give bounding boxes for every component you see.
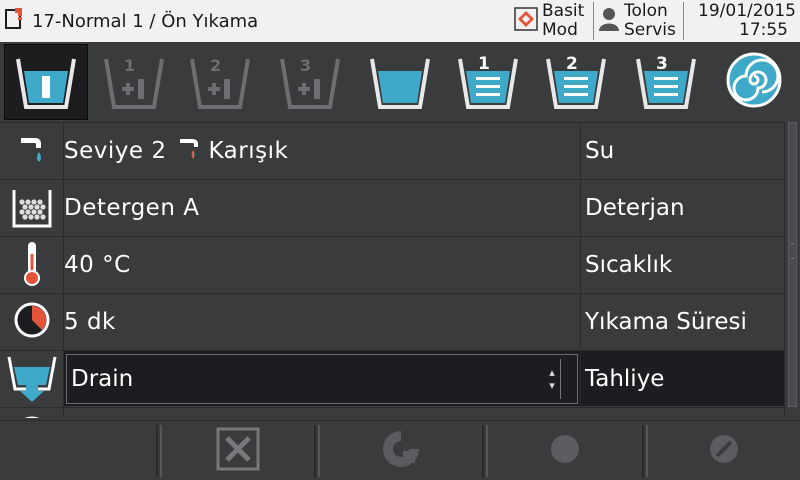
user-name: Tolon bbox=[624, 1, 668, 21]
row-temperature[interactable]: 40 °C Sıcaklık bbox=[0, 236, 784, 293]
scroll-grip-icon bbox=[791, 243, 794, 259]
blank-button[interactable] bbox=[0, 425, 158, 477]
header-bar: 17-Normal 1 / Ön Yıkama Basit Mod Tolon … bbox=[0, 0, 800, 42]
date-text: 19/01/2015 bbox=[698, 1, 796, 21]
svg-text:2: 2 bbox=[566, 54, 578, 74]
select-arrows-icon[interactable]: ▴ ▾ bbox=[545, 355, 559, 403]
rinse-tub-icon: 2 bbox=[544, 49, 608, 115]
mode-toggle[interactable]: Basit Mod bbox=[514, 2, 592, 40]
row-icon-cell bbox=[0, 123, 64, 179]
svg-text:3: 3 bbox=[300, 56, 311, 75]
step-add-3[interactable]: 3 bbox=[266, 44, 354, 120]
cancel-button[interactable] bbox=[160, 425, 316, 477]
drain-label: Tahliye bbox=[580, 351, 784, 407]
record-button[interactable] bbox=[486, 425, 644, 477]
temperature-value: 40 °C bbox=[64, 252, 131, 278]
svg-text:3: 3 bbox=[656, 54, 668, 74]
svg-text:2: 2 bbox=[210, 56, 221, 75]
program-title-area: 17-Normal 1 / Ön Yıkama bbox=[4, 6, 258, 36]
svg-text:1: 1 bbox=[124, 56, 135, 75]
row-icon-cell bbox=[0, 237, 64, 293]
row-detergent[interactable]: Detergen A Deterjan bbox=[0, 179, 784, 236]
datetime: 19/01/2015 17:55 bbox=[683, 2, 800, 40]
prohibited-icon bbox=[708, 433, 740, 469]
row-drain[interactable]: Drain ▴ ▾ Tahliye bbox=[0, 350, 784, 407]
step-prewash[interactable] bbox=[4, 44, 88, 120]
user-icon bbox=[598, 6, 620, 36]
row-wash-time[interactable]: 5 dk Yıkama Süresi bbox=[0, 293, 784, 350]
step-rinse-1[interactable]: 1 bbox=[444, 44, 532, 120]
drain-select[interactable]: Drain ▴ ▾ bbox=[66, 354, 578, 404]
dot-icon bbox=[549, 433, 581, 469]
tub-plus-icon: 1 bbox=[102, 49, 166, 115]
row-water[interactable]: Seviye 2 Karışık Su bbox=[0, 122, 784, 179]
timer-icon bbox=[12, 300, 52, 344]
step-rinse-3[interactable]: 3 bbox=[622, 44, 710, 120]
water-label: Su bbox=[580, 123, 784, 179]
mode-icon bbox=[514, 6, 538, 36]
disabled-button[interactable] bbox=[646, 425, 800, 477]
row-partial bbox=[0, 407, 784, 418]
step-wash[interactable] bbox=[356, 44, 444, 120]
select-divider bbox=[560, 359, 561, 399]
drain-tub-icon bbox=[6, 351, 58, 407]
water-value: Seviye 2 Karışık bbox=[64, 123, 579, 179]
row-icon-cell bbox=[0, 408, 64, 418]
water-level-value: Seviye 2 bbox=[64, 138, 167, 164]
refresh-icon bbox=[379, 427, 423, 475]
detergent-label: Deterjan bbox=[580, 180, 784, 236]
time-text: 17:55 bbox=[739, 20, 788, 40]
row-icon-cell bbox=[0, 294, 64, 350]
refresh-button[interactable] bbox=[318, 425, 484, 477]
prewash-tub-icon bbox=[14, 49, 78, 115]
mixed-faucet-icon bbox=[178, 133, 204, 169]
step-rinse-2[interactable]: 2 bbox=[532, 44, 620, 120]
bottom-toolbar bbox=[0, 420, 800, 480]
user-login[interactable]: Tolon Servis bbox=[593, 2, 684, 40]
mode-line1: Basit bbox=[542, 1, 585, 21]
next-row-icon bbox=[12, 414, 52, 418]
detergent-box-icon bbox=[10, 184, 54, 232]
step-spin[interactable] bbox=[710, 44, 798, 120]
thermometer-icon bbox=[22, 240, 42, 290]
list-scrollbar[interactable] bbox=[784, 122, 800, 418]
step-add-2[interactable]: 2 bbox=[176, 44, 264, 120]
program-title: 17-Normal 1 / Ön Yıkama bbox=[32, 10, 259, 32]
scroll-thumb[interactable] bbox=[788, 122, 797, 407]
user-role: Servis bbox=[624, 20, 676, 40]
step-bar: 1 2 3 1 2 3 bbox=[0, 44, 800, 120]
rinse-tub-icon: 3 bbox=[634, 49, 698, 115]
document-icon bbox=[4, 7, 26, 35]
mode-line2: Mod bbox=[542, 20, 578, 40]
water-type-value: Karışık bbox=[208, 138, 289, 164]
tub-plus-icon: 2 bbox=[188, 49, 252, 115]
drain-value: Drain bbox=[71, 366, 134, 392]
temperature-label: Sıcaklık bbox=[580, 237, 784, 293]
row-icon-cell bbox=[0, 351, 64, 407]
wash-time-value: 5 dk bbox=[64, 309, 116, 335]
tub-plus-icon: 3 bbox=[278, 49, 342, 115]
close-icon bbox=[216, 427, 260, 475]
step-add-1[interactable]: 1 bbox=[90, 44, 178, 120]
rinse-tub-icon: 1 bbox=[456, 49, 520, 115]
detergent-value: Detergen A bbox=[64, 195, 200, 221]
spin-icon bbox=[722, 49, 786, 115]
faucet-icon bbox=[17, 132, 47, 170]
parameter-list: Seviye 2 Karışık Su Detergen A Deterjan … bbox=[0, 122, 784, 418]
wash-tub-icon bbox=[368, 49, 432, 115]
svg-text:1: 1 bbox=[478, 54, 490, 74]
wash-time-label: Yıkama Süresi bbox=[580, 294, 784, 350]
row-icon-cell bbox=[0, 180, 64, 236]
